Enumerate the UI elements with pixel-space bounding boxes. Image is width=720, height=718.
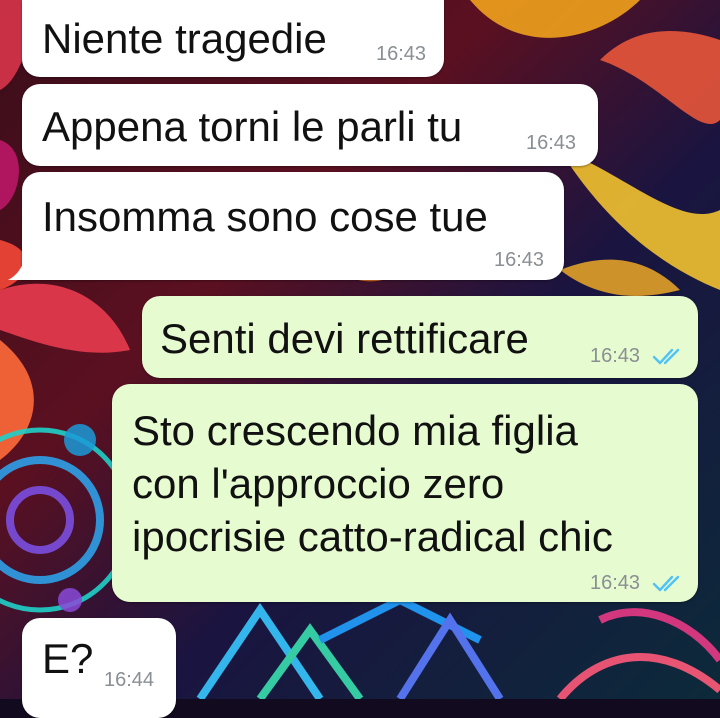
- message-bubble-incoming[interactable]: Niente tragedie 16:43: [22, 0, 444, 77]
- message-timestamp: 16:43: [526, 132, 577, 154]
- double-check-icon: [652, 348, 680, 365]
- message-timestamp: 16:43: [376, 43, 427, 65]
- message-text: Appena torni le parli tu: [42, 103, 463, 150]
- message-text: Senti devi rettificare: [160, 315, 529, 362]
- message-timestamp: 16:43: [590, 345, 641, 367]
- double-check-icon: [652, 575, 680, 592]
- message-bubble-incoming[interactable]: E? 16:44: [22, 618, 176, 718]
- message-timestamp: 16:43: [590, 572, 641, 594]
- bubble-tail: [8, 262, 24, 280]
- message-text: Niente tragedie: [42, 15, 327, 62]
- message-timestamp: 16:43: [494, 249, 545, 271]
- message-bubble-incoming[interactable]: Insomma sono cose tue 16:43: [22, 172, 564, 280]
- message-text: Sto crescendo mia figlia con l'approccio…: [132, 407, 613, 560]
- message-bubble-incoming[interactable]: Appena torni le parli tu 16:43: [22, 84, 598, 166]
- message-timestamp: 16:44: [104, 669, 155, 691]
- message-bubble-outgoing[interactable]: Senti devi rettificare 16:43: [142, 296, 698, 378]
- message-bubble-outgoing[interactable]: Sto crescendo mia figlia con l'approccio…: [112, 384, 698, 602]
- message-text: E?: [42, 635, 94, 682]
- message-text: Insomma sono cose tue: [42, 193, 488, 240]
